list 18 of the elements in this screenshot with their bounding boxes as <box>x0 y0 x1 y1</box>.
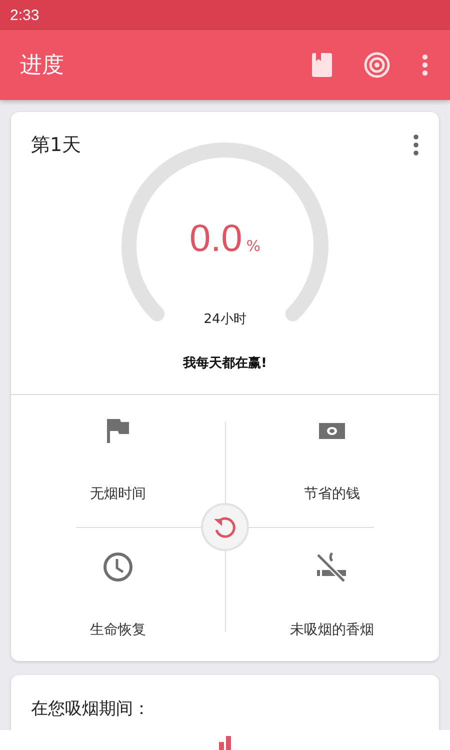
no-smoking-icon <box>316 552 348 582</box>
stat-label: 无烟时间 <box>90 485 146 503</box>
app-title: 进度 <box>20 52 65 80</box>
gauge-caption: 24小时 <box>202 311 248 328</box>
stat-label: 节省的钱 <box>304 485 360 503</box>
progress-value: 0.0 <box>189 218 242 261</box>
day-label: 第1天 <box>31 133 82 158</box>
percent-unit: % <box>246 237 261 255</box>
banknote-icon <box>318 421 346 441</box>
card-title: 在您吸烟期间： <box>31 699 150 719</box>
more-icon[interactable] <box>413 134 419 156</box>
reset-button[interactable] <box>201 503 249 551</box>
status-time: 2:33 <box>10 6 40 24</box>
clock-icon <box>102 551 134 583</box>
flag-icon <box>106 418 130 444</box>
motto-text: 我每天都在赢! <box>183 355 267 372</box>
stat-label: 生命恢复 <box>90 621 146 639</box>
stat-label: 未吸烟的香烟 <box>290 621 374 639</box>
